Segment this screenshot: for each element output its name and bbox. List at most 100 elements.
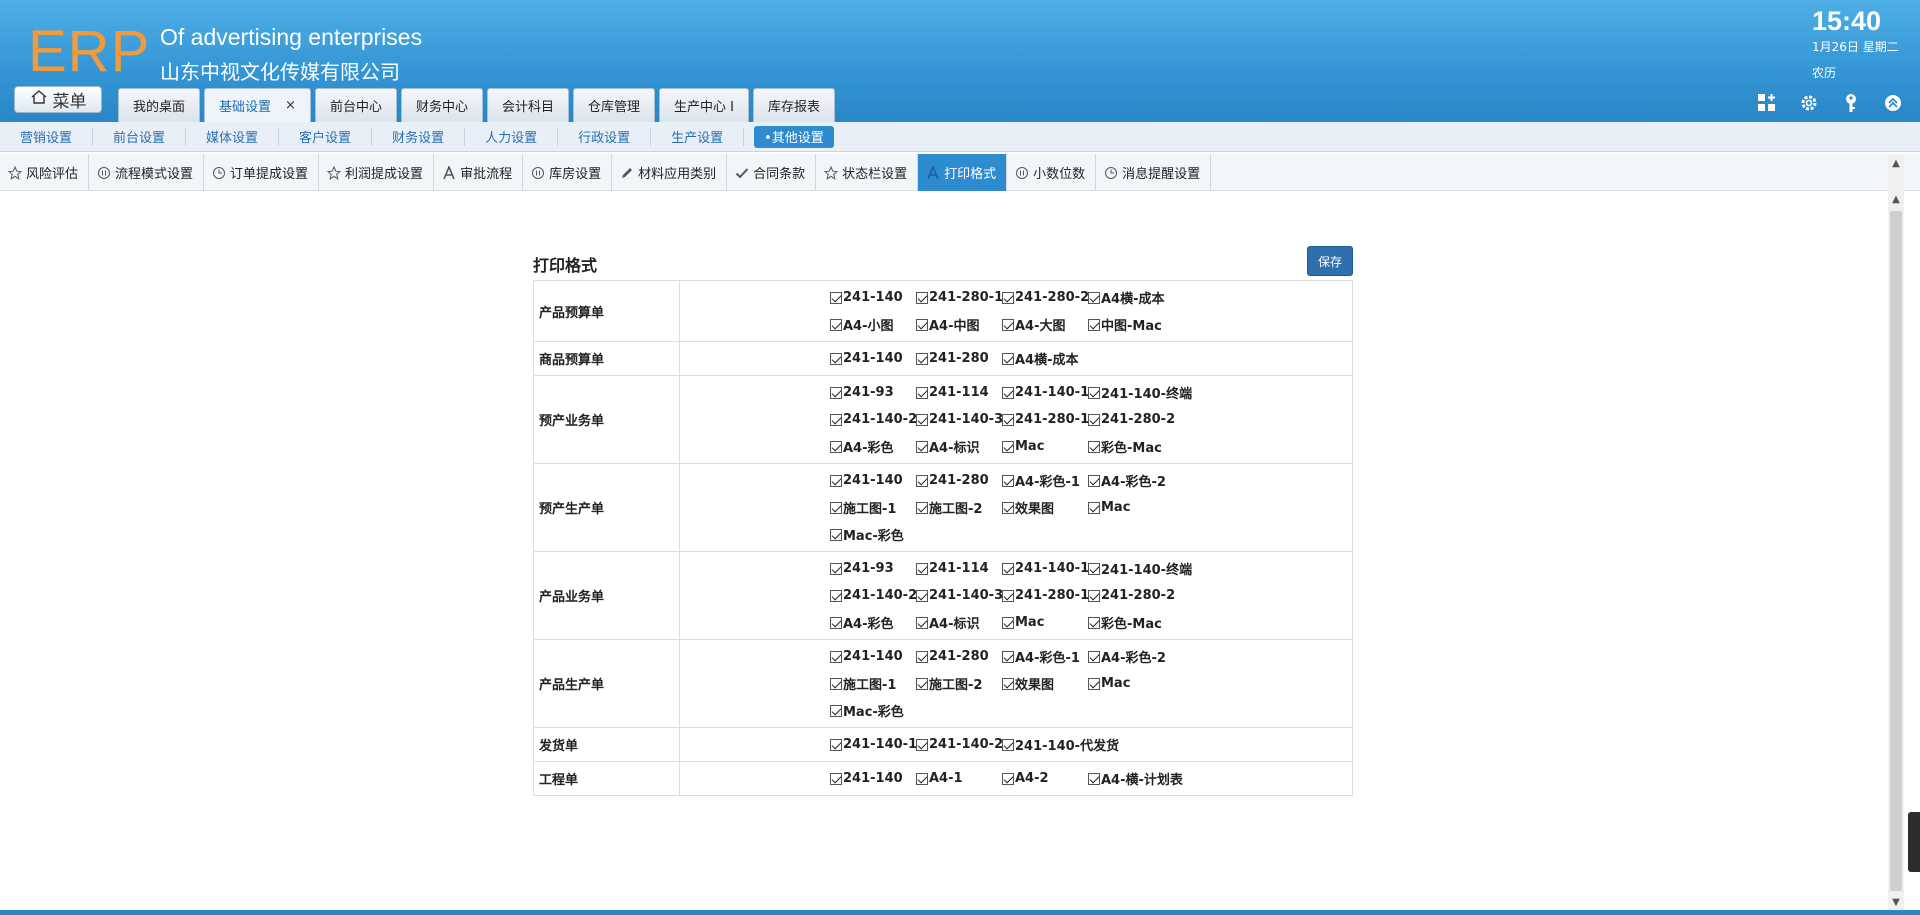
tab-inventory-report[interactable]: 库存报表 [752,88,835,122]
format-option[interactable]: Mac-彩色 [830,525,916,544]
tab-my-desktop[interactable]: 我的桌面 [118,88,201,122]
format-option[interactable]: Mac [1088,676,1174,691]
checkbox-checked[interactable] [916,562,928,575]
format-option[interactable]: Mac [1002,615,1088,630]
format-option[interactable]: 241-280-1 [1002,412,1089,427]
key-icon[interactable] [1840,92,1862,114]
format-option[interactable]: A4横-成本 [1088,288,1174,307]
tab-process-mode-settings[interactable]: 流程模式设置 [89,154,205,191]
format-option[interactable]: A4-标识 [916,437,1002,456]
grid-add-icon[interactable] [1756,92,1778,114]
checkbox-checked[interactable] [1002,474,1014,487]
format-option[interactable]: 241-140-2 [830,588,917,603]
format-option[interactable]: A4-彩色-1 [1002,471,1088,490]
format-option[interactable]: A4-彩色 [830,437,916,456]
checkbox-checked[interactable] [916,501,928,514]
checkbox-checked[interactable] [916,291,928,304]
format-option[interactable]: A4-彩色-1 [1002,647,1088,666]
format-option[interactable]: Mac-彩色 [830,701,916,720]
submenu-finance-settings[interactable]: 财务设置 [372,127,466,146]
tab-material-category[interactable]: 材料应用类别 [612,154,728,191]
format-option[interactable]: 效果图 [1002,674,1088,693]
menu-button[interactable]: 菜单 [14,86,102,113]
checkbox-checked[interactable] [1088,413,1100,426]
format-option[interactable]: 241-140-1 [1002,385,1089,400]
format-option[interactable]: 241-140-3 [916,412,1003,427]
format-option[interactable]: 施工图-2 [916,674,1002,693]
checkbox-checked[interactable] [830,386,842,399]
checkbox-checked[interactable] [1088,474,1100,487]
checkbox-checked[interactable] [1002,589,1014,602]
checkbox-checked[interactable] [830,738,842,751]
tab-order-commission-settings[interactable]: 订单提成设置 [204,154,320,191]
checkbox-checked[interactable] [1088,650,1100,663]
format-option[interactable]: 241-140-2 [916,737,1003,752]
checkbox-checked[interactable] [1088,501,1100,514]
checkbox-checked[interactable] [916,474,928,487]
checkbox-checked[interactable] [1002,772,1014,785]
format-option[interactable]: 241-280-2 [1002,290,1089,305]
format-option[interactable]: A4-中图 [916,315,1002,334]
scrollbar-thumb[interactable] [1890,211,1902,891]
checkbox-checked[interactable] [1002,413,1014,426]
checkbox-checked[interactable] [1002,562,1014,575]
tab-profit-commission-settings[interactable]: 利润提成设置 [319,154,435,191]
checkbox-checked[interactable] [1088,616,1100,629]
format-option[interactable]: Mac [1002,439,1088,454]
tab-print-format[interactable]: 打印格式 [918,154,1008,191]
format-option[interactable]: A4-彩色-2 [1088,647,1174,666]
format-option[interactable]: 241-280-1 [916,290,1003,305]
format-option[interactable]: 241-280-2 [1088,588,1175,603]
checkbox-checked[interactable] [830,616,842,629]
collapse-icon[interactable] [1882,92,1904,114]
checkbox-checked[interactable] [830,650,842,663]
checkbox-checked[interactable] [1002,291,1014,304]
checkbox-checked[interactable] [830,528,842,541]
format-option[interactable]: 241-114 [916,385,1002,400]
checkbox-checked[interactable] [916,589,928,602]
format-option[interactable]: 241-93 [830,561,916,576]
format-option[interactable]: 施工图-1 [830,498,916,517]
scroll-up-arrow-icon[interactable]: ▲ [1888,191,1904,207]
format-option[interactable]: 241-93 [830,385,916,400]
submenu-admin-settings[interactable]: 行政设置 [558,127,652,146]
checkbox-checked[interactable] [916,386,928,399]
checkbox-checked[interactable] [830,501,842,514]
checkbox-checked[interactable] [916,413,928,426]
checkbox-checked[interactable] [830,474,842,487]
checkbox-checked[interactable] [916,440,928,453]
format-option[interactable]: 241-140-1 [1002,561,1089,576]
format-option[interactable]: 241-280-2 [1088,412,1175,427]
checkbox-checked[interactable] [830,413,842,426]
format-option[interactable]: Mac [1088,500,1174,515]
checkbox-checked[interactable] [1002,738,1014,751]
submenu-production-settings[interactable]: 生产设置 [651,127,745,146]
tab-message-reminder-settings[interactable]: 消息提醒设置 [1096,154,1212,191]
format-option[interactable]: 241-140-1 [830,737,917,752]
format-option[interactable]: A4-大图 [1002,315,1088,334]
format-option[interactable]: 241-280-1 [1002,588,1089,603]
checkbox-checked[interactable] [916,318,928,331]
checkbox-checked[interactable] [1088,677,1100,690]
checkbox-checked[interactable] [830,352,842,365]
gear-icon[interactable] [1798,92,1820,114]
vertical-scrollbar[interactable]: ▲ ▲ ▼ [1888,155,1904,910]
format-option[interactable]: 241-140 [830,473,916,488]
checkbox-checked[interactable] [830,440,842,453]
format-option[interactable]: A4-彩色 [830,613,916,632]
checkbox-checked[interactable] [1088,562,1100,575]
format-option[interactable]: A4-横-计划表 [1088,769,1183,788]
close-icon[interactable]: × [285,98,296,113]
tab-decimal-places[interactable]: 小数位数 [1007,154,1097,191]
scroll-up-arrow-icon[interactable]: ▲ [1888,155,1904,171]
checkbox-checked[interactable] [1002,352,1014,365]
tab-contract-terms[interactable]: 合同条款 [727,154,817,191]
tab-accounting-subjects[interactable]: 会计科目 [486,88,569,122]
submenu-media-settings[interactable]: 媒体设置 [186,127,280,146]
submenu-front-settings[interactable]: 前台设置 [93,127,187,146]
format-option[interactable]: 241-140 [830,649,916,664]
format-option[interactable]: A4-2 [1002,771,1088,786]
checkbox-checked[interactable] [916,677,928,690]
checkbox-checked[interactable] [830,704,842,717]
tab-finance-center[interactable]: 财务中心 [400,88,483,122]
